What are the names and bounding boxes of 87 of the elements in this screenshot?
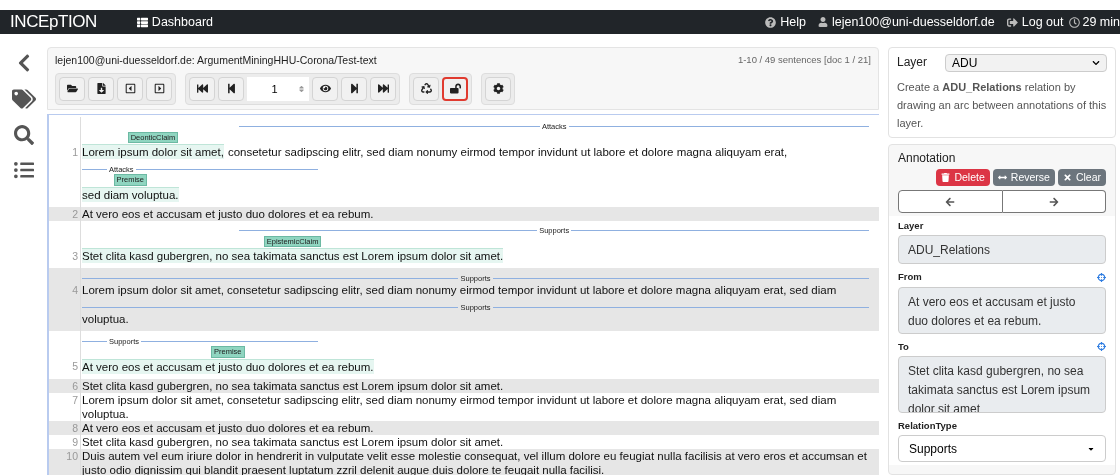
- tags-icon[interactable]: [11, 88, 36, 110]
- field-value[interactable]: At vero eos et accusam et justo duo dolores et ea rebum.: [898, 286, 1106, 334]
- caret-right-icon: [153, 83, 165, 95]
- sentence-counter: 1-10 / 49 sentences [doc 1 / 21]: [737, 53, 871, 67]
- annotation-title: Annotation: [898, 150, 957, 167]
- logout-link[interactable]: Log out: [1006, 12, 1064, 32]
- list-icon: [136, 16, 148, 28]
- sentence-text: Stet clita kasd gubergren, no sea takimata sanctus est Lorem ipsum dolor sit amet.: [82, 434, 504, 449]
- previous-annotation-button[interactable]: [898, 190, 1003, 213]
- line-number: 1: [72, 144, 78, 159]
- logout-icon: [1006, 16, 1018, 28]
- folder-icon: [66, 83, 78, 95]
- settings-icon: [492, 83, 504, 95]
- dropdown-icon: [1092, 59, 1100, 67]
- trash-icon: [941, 173, 951, 182]
- sentence-text: Lorem ipsum dolor sit amet, consetetur sadipscing elitr, sed diam nonumy eirmod tempor invidunt ut labore et dolore magna aliquyam erat, sed diam: [82, 283, 837, 298]
- fast-backward-icon: [196, 83, 208, 95]
- crosshair-icon[interactable]: [1097, 342, 1106, 352]
- line-number: 10: [66, 448, 78, 463]
- sentence-text: Stet clita kasd gubergren, no sea takimata sanctus est Lorem ipsum dolor sit amet.: [82, 248, 504, 264]
- dashboard-link[interactable]: Dashboard: [136, 12, 213, 32]
- list-icon[interactable]: [13, 160, 34, 180]
- sentence-text: sed diam voluptua.: [82, 186, 179, 202]
- help-link[interactable]: Help: [765, 12, 806, 32]
- next-page-button[interactable]: [341, 76, 367, 101]
- layer-label: Layer: [897, 54, 928, 71]
- double-arrow-icon: [997, 173, 1007, 182]
- line-number: 4: [72, 283, 78, 298]
- spinner-icon: [298, 84, 305, 93]
- clear-button[interactable]: Clear: [1057, 169, 1106, 186]
- clock-icon: [1069, 16, 1081, 28]
- step-forward-icon: [348, 83, 360, 95]
- crosshair-icon[interactable]: [1097, 272, 1106, 282]
- open-button[interactable]: [59, 76, 85, 101]
- relation-type-select[interactable]: Supports: [898, 435, 1106, 462]
- recycle-icon: [420, 83, 432, 95]
- file-download-icon: [95, 83, 107, 95]
- sentence-text: Lorem ipsum dolor sit amet,: [82, 144, 224, 160]
- lock-button[interactable]: [442, 76, 468, 101]
- first-page-button[interactable]: [189, 76, 215, 101]
- search-icon[interactable]: [13, 125, 34, 145]
- next-document-button[interactable]: [146, 76, 172, 101]
- line-number: 6: [72, 378, 78, 393]
- arrow-left-icon: [945, 196, 956, 207]
- caret-left-icon: [124, 83, 136, 95]
- next-annotation-button[interactable]: [1002, 190, 1106, 213]
- close-icon: [1062, 173, 1072, 182]
- line-number: 8: [72, 420, 78, 435]
- step-backward-icon: [225, 83, 237, 95]
- last-page-button[interactable]: [370, 76, 396, 101]
- line-number: 2: [72, 206, 78, 221]
- sentence-text: voluptua.: [82, 312, 129, 327]
- field-label: RelationType: [898, 418, 957, 433]
- arrow-right-icon: [1048, 196, 1059, 207]
- reverse-button[interactable]: Reverse: [992, 169, 1055, 186]
- field-label: To: [898, 339, 909, 354]
- user-icon: [817, 17, 828, 27]
- line-number: 3: [72, 248, 78, 263]
- line-number: 9: [72, 434, 78, 449]
- sentence-text: At vero eos et accusam et justo duo dolores et ea rebum.: [82, 420, 374, 435]
- sentence-text: At vero eos et accusam et justo duo dolores et ea rebum.: [82, 206, 374, 221]
- sentence-text: Stet clita kasd gubergren, no sea takimata sanctus est Lorem ipsum dolor sit amet.: [82, 378, 504, 393]
- eye-icon: [319, 83, 331, 95]
- previous-document-button[interactable]: [117, 76, 143, 101]
- page-number-field[interactable]: 1: [247, 76, 309, 101]
- layer-description: Create a ADU_Relations relation by drawing an arc between annotations of this layer.: [897, 80, 1107, 131]
- document-title: lejen100@uni-duesseldorf.de: ArgumentMiningHHU-Corona/Test-text: [55, 53, 377, 68]
- delete-button[interactable]: Delete: [936, 169, 990, 186]
- sentence-text: At vero eos et accusam et justo duo dolores et ea rebum.: [82, 358, 374, 374]
- unlock-icon: [449, 83, 461, 95]
- sentence-text: consetetur sadipscing elitr, sed diam nonumy eirmod tempor invidunt ut labore et dolore magna aliquyam erat,: [227, 145, 788, 160]
- session-timer: 29 min: [1069, 12, 1120, 32]
- line-number: 5: [72, 359, 78, 374]
- user-link[interactable]: lejen100@uni-duesseldorf.de: [817, 12, 995, 32]
- line-number: 7: [72, 392, 78, 407]
- eye-button[interactable]: [312, 76, 338, 101]
- previous-page-button[interactable]: [218, 76, 244, 101]
- field-label: From: [898, 270, 922, 285]
- layer-select[interactable]: ADU: [945, 54, 1107, 72]
- brand-logo[interactable]: INCEpTION: [10, 9, 97, 35]
- help-icon: [765, 16, 777, 28]
- reset-button[interactable]: [413, 76, 439, 101]
- field-label: Layer: [898, 219, 924, 233]
- field-value[interactable]: ADU_Relations: [898, 235, 1106, 265]
- export-button[interactable]: [88, 76, 114, 101]
- sentence-text: Lorem ipsum dolor sit amet, consetetur sadipscing elitr, sed diam nonumy eirmod tempor invidunt ut labore et dolore magna aliquyam erat, sed diam voluptua.: [82, 392, 838, 421]
- fast-forward-icon: [377, 83, 389, 95]
